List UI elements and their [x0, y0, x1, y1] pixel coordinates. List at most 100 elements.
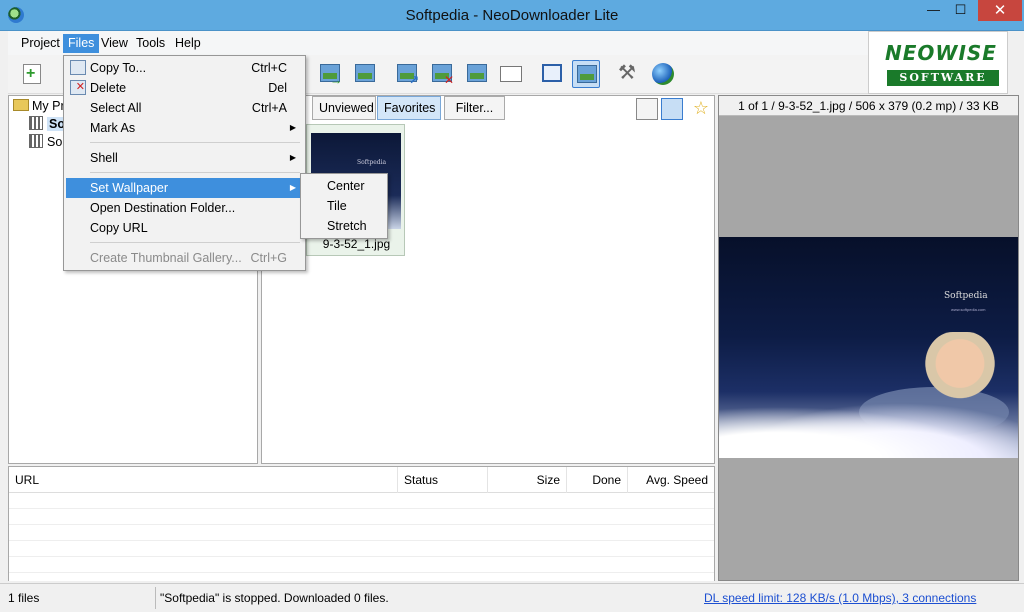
copy-icon [70, 60, 86, 75]
slideshow-button[interactable] [351, 60, 379, 88]
menu-item-open-destination-folder[interactable]: Open Destination Folder... [66, 198, 303, 218]
submenu-item-center[interactable]: Center [303, 176, 385, 196]
tree-item-project-2[interactable]: So [29, 133, 62, 151]
window-view-button[interactable] [538, 60, 566, 88]
window-title: Softpedia - NeoDownloader Lite [405, 7, 619, 24]
preview-foam [719, 398, 1018, 458]
menu-item-mark-as[interactable]: Mark As ▶ [66, 118, 303, 138]
column-done[interactable]: Done [567, 467, 628, 493]
green-plus-glyph: + [26, 65, 36, 82]
column-avg-speed[interactable]: Avg. Speed [628, 467, 714, 493]
project-icon [29, 134, 43, 148]
delete-image-button[interactable]: ✕ [428, 60, 456, 88]
minimize-button[interactable]: — [920, 0, 947, 21]
column-size[interactable]: Size [488, 467, 567, 493]
red-x-icon: ✕ [443, 73, 454, 87]
tab-favorites[interactable]: Favorites [377, 96, 441, 120]
submenu-item-stretch[interactable]: Stretch [303, 216, 385, 236]
menu-item-shortcut: Del [268, 81, 287, 95]
menu-item-label: Copy To... [90, 61, 147, 75]
favorite-star-icon[interactable]: ☆ [690, 98, 712, 120]
menu-item-label: Create Thumbnail Gallery... [90, 251, 242, 265]
preview-url-text: www.softpedia.com [951, 307, 986, 312]
menu-item-shortcut: Ctrl+C [251, 61, 287, 75]
menu-separator [90, 142, 300, 143]
presentation-icon [355, 64, 375, 82]
menu-view[interactable]: View [96, 34, 133, 53]
arrow-right-icon: → [330, 73, 342, 87]
envelope-icon [500, 66, 522, 82]
menu-item-select-all[interactable]: Select All Ctrl+A [66, 98, 303, 118]
menu-item-label: Mark As [90, 121, 136, 135]
new-project-button[interactable]: + [18, 60, 46, 88]
menu-item-set-wallpaper[interactable]: Set Wallpaper ▶ [66, 178, 303, 198]
tab-unviewed[interactable]: Unviewed [312, 96, 376, 120]
image-forward-button[interactable]: → [316, 60, 344, 88]
logo-line-1: NEOWISE [885, 41, 997, 65]
image-export-button[interactable]: ↗ [393, 60, 421, 88]
menu-item-shortcut: Ctrl+A [251, 101, 287, 115]
maximize-button[interactable]: ☐ [947, 0, 974, 21]
downloads-rows[interactable] [9, 493, 714, 581]
status-message: "Softpedia" is stopped. Downloaded 0 fil… [155, 587, 695, 609]
submenu-item-label: Tile [327, 199, 347, 213]
tools-button[interactable]: ⚒ [614, 60, 642, 88]
tree-root[interactable]: My Pr [13, 97, 65, 115]
menu-item-label: Select All [90, 101, 142, 115]
menu-help[interactable]: Help [170, 34, 206, 53]
project-icon [29, 116, 43, 130]
delete-icon: ✕ [70, 80, 86, 95]
gallery-panel: Unviewed Favorites Filter... ☆ Softpedia… [261, 95, 715, 464]
menu-item-copy-url[interactable]: Copy URL [66, 218, 303, 238]
menu-item-label: Delete [90, 81, 127, 95]
status-file-count: 1 files [8, 591, 40, 605]
submenu-item-label: Center [327, 179, 365, 193]
menu-project[interactable]: Project [16, 34, 65, 53]
preview-brand-text: Softpedia [944, 291, 988, 301]
submenu-arrow-icon: ▶ [289, 183, 296, 192]
tree-item-project-1[interactable]: So [29, 115, 67, 133]
email-button[interactable] [497, 60, 525, 88]
fit-image-button[interactable] [572, 60, 600, 88]
submenu-item-tile[interactable]: Tile [303, 196, 385, 216]
submenu-arrow-icon: ▶ [289, 123, 296, 132]
menu-item-shell[interactable]: Shell ▶ [66, 148, 303, 168]
logo-line-2: SOFTWARE [887, 70, 999, 86]
list-view-icon[interactable] [636, 98, 658, 120]
menu-item-shortcut: Ctrl+G [250, 251, 287, 265]
column-url[interactable]: URL [9, 467, 398, 493]
menu-item-label: Set Wallpaper [90, 181, 169, 195]
thumbnail-caption: 9-3-52_1.jpg [322, 237, 391, 251]
menu-item-label: Copy URL [90, 221, 148, 235]
status-bar: 1 files "Softpedia" is stopped. Download… [0, 583, 1024, 612]
preview-info: 1 of 1 / 9-3-52_1.jpg / 506 x 379 (0.2 m… [719, 96, 1018, 116]
thumbnail-view-icon[interactable] [661, 98, 683, 120]
close-button[interactable]: ✕ [978, 0, 1022, 21]
menu-bar: Project Files View Tools Help [8, 31, 868, 55]
folder-icon [13, 99, 29, 111]
wallpaper-submenu: Center Tile Stretch [300, 173, 388, 239]
files-menu: Copy To... Ctrl+C ✕ Delete Del Select Al… [63, 55, 306, 271]
column-status[interactable]: Status [398, 467, 488, 493]
menu-files[interactable]: Files [63, 34, 100, 53]
filter-button[interactable]: Filter... [444, 96, 505, 120]
menu-tools[interactable]: Tools [131, 34, 170, 53]
menu-item-create-thumbnail-gallery[interactable]: Create Thumbnail Gallery... Ctrl+G [66, 248, 303, 268]
tree-root-label: My Pr [32, 99, 65, 113]
web-button[interactable] [649, 60, 677, 88]
image-tool-button[interactable] [463, 60, 491, 88]
downloads-header: URL Status Size Done Avg. Speed [9, 467, 714, 493]
preview-image[interactable]: Softpedia www.softpedia.com [719, 237, 1018, 458]
menu-separator [90, 242, 300, 243]
image-tool-icon [467, 64, 487, 82]
menu-item-delete[interactable]: ✕ Delete Del [66, 78, 303, 98]
neowise-logo: NEOWISE SOFTWARE [868, 31, 1008, 94]
tree-item-label: So [47, 135, 63, 149]
globe-icon [652, 63, 674, 85]
title-bar: Softpedia - NeoDownloader Lite — ☐ ✕ [0, 0, 1024, 31]
menu-item-copy-to[interactable]: Copy To... Ctrl+C [66, 58, 303, 78]
preview-panel: 1 of 1 / 9-3-52_1.jpg / 506 x 379 (0.2 m… [718, 95, 1019, 581]
submenu-item-label: Stretch [327, 219, 367, 233]
menu-separator [90, 172, 300, 173]
speed-limit-link[interactable]: DL speed limit: 128 KB/s (1.0 Mbps), 3 c… [700, 587, 1020, 609]
